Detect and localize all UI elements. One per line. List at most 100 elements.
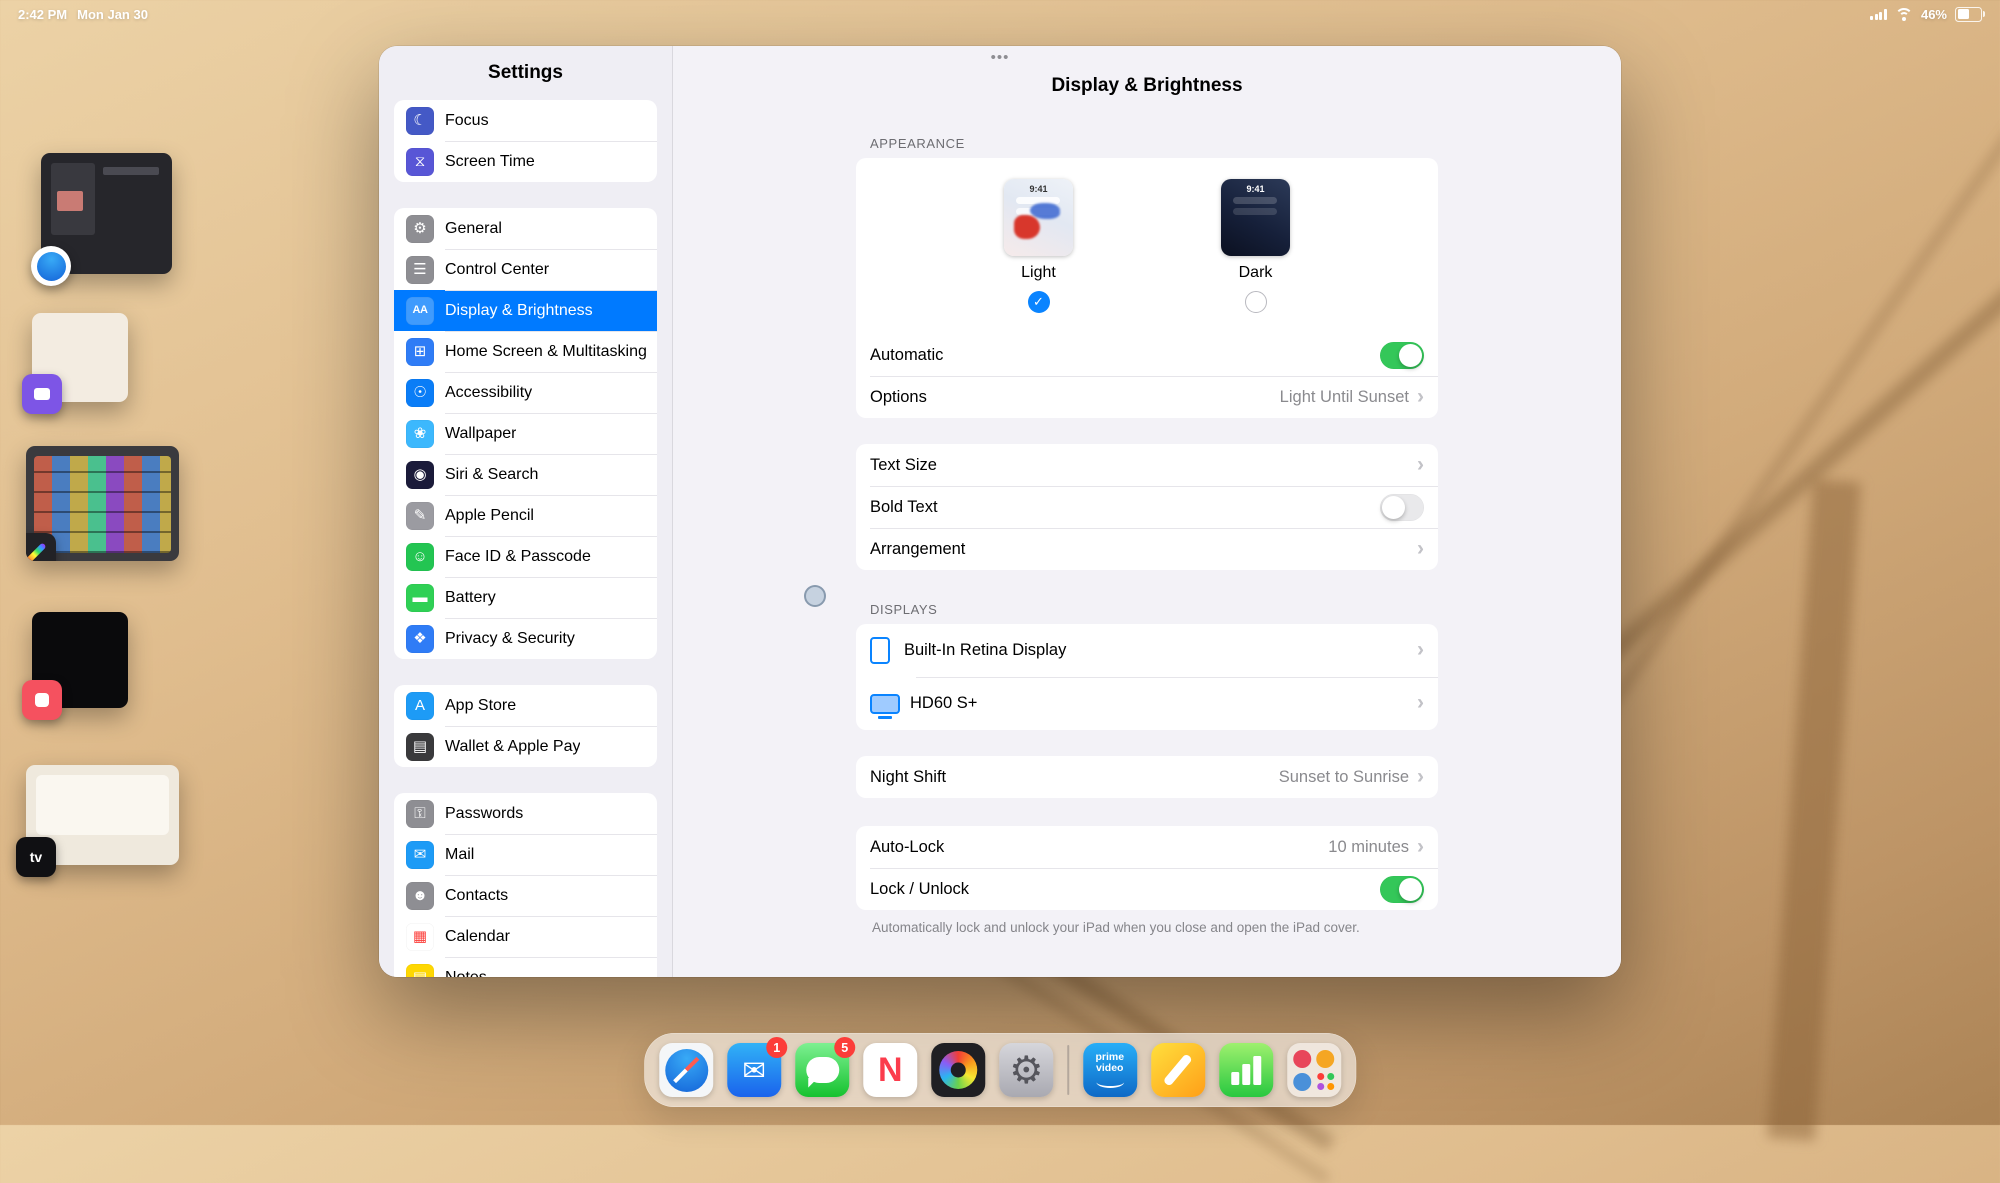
sidebar-item-label: General [445, 220, 502, 238]
contacts-icon-glyph: ☻ [412, 888, 428, 903]
auto-lock-card: Auto-Lock 10 minutes › Lock / Unlock [856, 826, 1438, 910]
night-shift-row[interactable]: Night Shift Sunset to Sunrise › [856, 756, 1438, 798]
chevron-right-icon: › [1417, 766, 1424, 787]
auto-lock-value: 10 minutes [1328, 838, 1409, 857]
settings-dock-icon[interactable]: ⚙ [999, 1043, 1053, 1097]
auto-lock-row[interactable]: Auto-Lock 10 minutes › [856, 826, 1438, 868]
bar-chart-app-dock-icon[interactable] [1219, 1043, 1273, 1097]
app-library-dock-icon[interactable] [1287, 1043, 1341, 1097]
light-mode-preview: 9:41 [1004, 179, 1073, 256]
sidebar-item-calendar[interactable]: ▦ Calendar [394, 916, 657, 957]
display-brightness-icon-glyph: AA [413, 305, 428, 316]
pencil-app-dock-icon[interactable] [1151, 1043, 1205, 1097]
displays-section-label: DISPLAYS [856, 602, 1438, 617]
sidebar-item-passwords[interactable]: ⚿ Passwords [394, 793, 657, 834]
bold-text-toggle[interactable] [1380, 494, 1424, 521]
control-center-icon: ☰ [406, 256, 434, 284]
sidebar-item-label: Apple Pencil [445, 507, 534, 525]
sidebar-item-label: Accessibility [445, 384, 532, 402]
arrangement-row[interactable]: Arrangement › [856, 528, 1438, 570]
lock-unlock-toggle[interactable] [1380, 876, 1424, 903]
bold-text-label: Bold Text [870, 498, 1380, 517]
sidebar-item-home-screen-multitasking[interactable]: ⊞ Home Screen & Multitasking [394, 331, 657, 372]
sidebar-item-label: Passwords [445, 805, 523, 823]
stage-window-tv-app[interactable]: tv [26, 765, 179, 865]
speech-bubble-icon [806, 1057, 839, 1083]
sidebar-item-wallpaper[interactable]: ❀ Wallpaper [394, 413, 657, 454]
face-id-icon-glyph: ☺ [412, 549, 427, 564]
text-size-row[interactable]: Text Size › [856, 444, 1438, 486]
status-bar: 2:42 PM Mon Jan 30 46% [0, 2, 2000, 26]
sidebar-item-label: Home Screen & Multitasking [445, 343, 647, 361]
night-shift-label: Night Shift [870, 768, 1279, 787]
sidebar-item-battery[interactable]: ▬ Battery [394, 577, 657, 618]
automatic-row: Automatic [856, 334, 1438, 376]
apple-pencil-icon-glyph: ✎ [414, 508, 427, 523]
options-label: Options [870, 388, 1280, 407]
news-dock-icon[interactable]: N [863, 1043, 917, 1097]
prime-video-dock-icon[interactable]: prime video [1083, 1043, 1137, 1097]
home-screen-icon-glyph: ⊞ [414, 344, 427, 359]
wifi-icon [1895, 8, 1913, 21]
wallpaper-icon-glyph: ❀ [414, 426, 427, 441]
stage-window-photos-grid[interactable] [26, 446, 179, 561]
dark-mode-label: Dark [1239, 264, 1273, 282]
sidebar-item-face-id-passcode[interactable]: ☺ Face ID & Passcode [394, 536, 657, 577]
sidebar-item-wallet-apple-pay[interactable]: ▤ Wallet & Apple Pay [394, 726, 657, 767]
appearance-preview-row: 9:41 Light ✓ 9:41 Dark [856, 158, 1438, 334]
accessibility-icon-glyph: ☉ [413, 385, 426, 400]
color-wheel-app-icon[interactable] [931, 1043, 985, 1097]
sidebar-item-siri-search[interactable]: ◉ Siri & Search [394, 454, 657, 495]
dark-mode-radio-icon[interactable] [1245, 291, 1267, 313]
preview-time: 9:41 [1221, 184, 1290, 194]
color-wheel-icon [939, 1051, 977, 1089]
night-shift-value: Sunset to Sunrise [1279, 768, 1409, 787]
sidebar-item-label: Display & Brightness [445, 302, 593, 320]
sidebar-item-focus[interactable]: ☾ Focus [394, 100, 657, 141]
sidebar-item-screen-time[interactable]: ⧖ Screen Time [394, 141, 657, 182]
sidebar-item-contacts[interactable]: ☻ Contacts [394, 875, 657, 916]
status-date: Mon Jan 30 [77, 7, 148, 22]
automatic-toggle[interactable] [1380, 342, 1424, 369]
thumbnail-content [57, 191, 83, 211]
safari-dock-icon[interactable] [659, 1043, 713, 1097]
options-row[interactable]: Options Light Until Sunset › [856, 376, 1438, 418]
stage-window-purple-app[interactable] [32, 313, 128, 402]
external-monitor-icon [870, 694, 900, 714]
stage-window-dark-app[interactable] [32, 612, 128, 708]
appearance-card: 9:41 Light ✓ 9:41 Dark [856, 158, 1438, 418]
builtin-display-label: Built-In Retina Display [904, 641, 1417, 660]
builtin-display-row[interactable]: Built-In Retina Display › [856, 624, 1438, 677]
sidebar-item-display-brightness[interactable]: AA Display & Brightness [394, 290, 657, 331]
sidebar-item-notes[interactable]: ▤ Notes [394, 957, 657, 977]
focus-icon-glyph: ☾ [413, 113, 426, 128]
sidebar-item-accessibility[interactable]: ☉ Accessibility [394, 372, 657, 413]
sidebar-item-mail[interactable]: ✉ Mail [394, 834, 657, 875]
window-controls-icon[interactable]: ••• [991, 49, 1010, 66]
messages-dock-icon[interactable]: 5 [795, 1043, 849, 1097]
sidebar-item-general[interactable]: ⚙ General [394, 208, 657, 249]
ipad-display-icon [870, 637, 890, 664]
sidebar-item-control-center[interactable]: ☰ Control Center [394, 249, 657, 290]
dock: ✉1 5 N ⚙ prime video [644, 1033, 1356, 1107]
mail-dock-icon[interactable]: ✉1 [727, 1043, 781, 1097]
light-mode-option[interactable]: 9:41 Light ✓ [1004, 179, 1073, 313]
external-display-row[interactable]: HD60 S+ › [856, 677, 1438, 730]
focus-icon: ☾ [406, 107, 434, 135]
cellular-signal-icon [1870, 9, 1887, 20]
stage-window-safari[interactable] [41, 153, 172, 274]
displays-card: Built-In Retina Display › HD60 S+ › [856, 624, 1438, 730]
wallpaper-icon: ❀ [406, 420, 434, 448]
sidebar-item-app-store[interactable]: A App Store [394, 685, 657, 726]
sidebar-item-apple-pencil[interactable]: ✎ Apple Pencil [394, 495, 657, 536]
sidebar-item-privacy-security[interactable]: ❖ Privacy & Security [394, 618, 657, 659]
light-mode-checkmark-icon[interactable]: ✓ [1028, 291, 1050, 313]
wallet-icon-glyph: ▤ [413, 739, 427, 754]
sidebar-item-label: Focus [445, 112, 489, 130]
sidebar-item-label: Contacts [445, 887, 508, 905]
dark-mode-option[interactable]: 9:41 Dark [1221, 179, 1290, 313]
passwords-icon-glyph: ⚿ [414, 806, 425, 821]
control-center-icon-glyph: ☰ [413, 262, 426, 277]
sidebar-group: ☾ Focus ⧖ Screen Time [394, 100, 657, 182]
tv-badge-label: tv [30, 849, 42, 865]
